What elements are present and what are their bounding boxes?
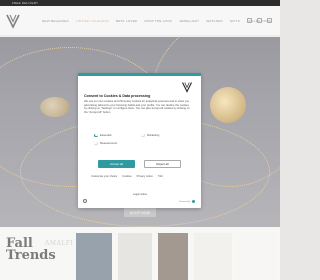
toggle-marketing[interactable]: Marketing: [141, 133, 159, 137]
privacy-notice-link[interactable]: Privacy notice: [137, 175, 153, 178]
dialog-body: We use our own cookies and third-party c…: [84, 100, 190, 115]
toggle-measurement[interactable]: Measurement: [94, 141, 117, 145]
dialog-title: Consent to Cookies & Data processing: [84, 94, 151, 98]
toggle-switch[interactable]: [141, 133, 145, 137]
promo-text: FREE DELIVERY: [12, 1, 39, 5]
cookie-consent-dialog: Consent to Cookies & Data processing We …: [78, 73, 201, 208]
provider-logo-icon: [192, 200, 195, 203]
toggle-switch[interactable]: [94, 133, 98, 137]
customise-link[interactable]: Customise your choice: [91, 175, 117, 178]
dialog-accent-bar: [78, 73, 201, 76]
accept-all-button[interactable]: Accept all: [98, 160, 135, 168]
consent-links-row2: Legal notice: [133, 182, 147, 200]
toggle-switch[interactable]: [94, 141, 98, 145]
consent-links: Customise your choice Cookies Privacy no…: [91, 175, 163, 178]
toggle-essential[interactable]: Essential: [94, 133, 111, 137]
cookies-link[interactable]: Cookies: [122, 175, 131, 178]
powered-by: Powered by: [179, 200, 195, 203]
terms-link[interactable]: T&C: [158, 175, 163, 178]
fingerprint-icon[interactable]: [83, 199, 87, 203]
brand-logo-icon: [181, 82, 193, 93]
reject-all-button[interactable]: Reject all: [144, 160, 181, 168]
legal-notice-link[interactable]: Legal notice: [133, 193, 147, 196]
